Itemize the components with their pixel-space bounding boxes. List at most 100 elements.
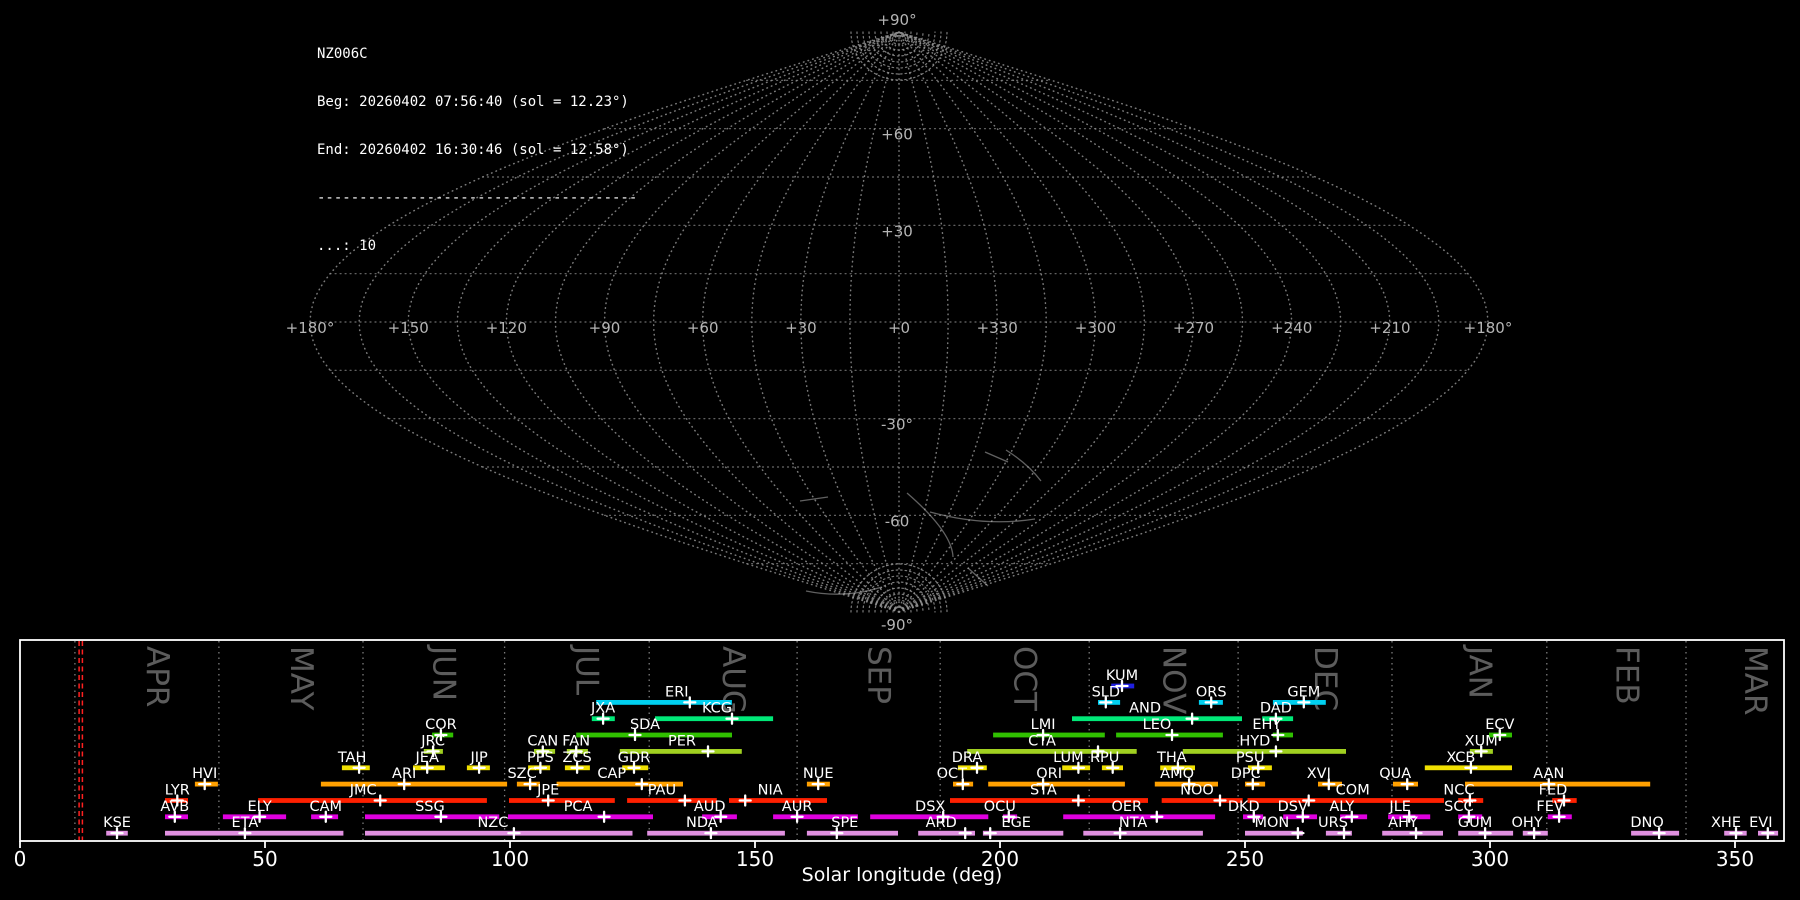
begin-time-line: Beg: 20260402 07:56:40 (sol = 12.23°) <box>317 94 629 110</box>
shower-activity-bar <box>508 814 653 820</box>
longitude-label: +210 <box>1369 319 1410 337</box>
longitude-label: +90 <box>589 319 621 337</box>
shower-activity-bar <box>365 830 633 836</box>
longitude-label: +30 <box>785 319 817 337</box>
month-label: OCT <box>1007 646 1043 712</box>
shower-code-label: CAN <box>527 733 558 749</box>
month-label: JAN <box>1461 644 1497 699</box>
x-axis-tick-label: 150 <box>736 847 774 871</box>
shower-activity-bar <box>1083 830 1203 836</box>
month-label: MAY <box>283 646 319 711</box>
shower-code-label: ORI <box>1036 766 1062 782</box>
shower-code-label: JEA <box>415 750 439 766</box>
shower-code-label: PSU <box>1236 750 1265 766</box>
shower-code-label: LUM <box>1053 750 1083 766</box>
shower-code-label: AAN <box>1533 766 1564 782</box>
shower-code-label: JIP <box>469 750 488 766</box>
shower-code-label: SSG <box>415 799 445 815</box>
x-axis-tick-label: 50 <box>252 847 277 871</box>
shower-code-label: DAD <box>1260 701 1292 717</box>
station-code: NZ006C <box>317 46 368 62</box>
shower-code-label: HVI <box>192 766 217 782</box>
shower-code-label: XHE <box>1711 815 1741 831</box>
shower-code-label: EVI <box>1749 815 1772 831</box>
camera-fov-arc <box>1005 449 1042 482</box>
shower-code-label: NTA <box>1119 815 1148 831</box>
shower-code-label: DRA <box>952 750 983 766</box>
month-label: MAR <box>1737 646 1773 716</box>
shower-code-label: ECV <box>1485 717 1514 733</box>
shower-code-label: SDA <box>630 717 660 733</box>
x-axis-tick-label: 350 <box>1716 847 1754 871</box>
shower-code-label: FED <box>1539 783 1568 799</box>
shower-code-label: OER <box>1111 799 1142 815</box>
latitude-label: -30° <box>881 416 913 434</box>
longitude-label: +0 <box>888 319 910 337</box>
shower-code-label: HYD <box>1239 733 1270 749</box>
shower-code-label: LEO <box>1143 717 1172 733</box>
camera-fov-arc <box>984 451 1009 463</box>
shower-activity-bar <box>165 830 344 836</box>
month-label: SEP <box>861 646 897 704</box>
camera-fov-arc <box>799 496 829 502</box>
shower-code-label: NCC <box>1443 783 1474 799</box>
shower-code-label: ORS <box>1196 684 1227 700</box>
observation-info-block: NZ006C Beg: 20260402 07:56:40 (sol = 12.… <box>317 14 637 286</box>
shower-code-label: ALY <box>1329 799 1354 815</box>
shower-code-label: NUE <box>803 766 834 782</box>
latitude-label: +60 <box>881 126 913 144</box>
shower-code-label: KCG <box>702 701 732 717</box>
shower-code-label: LMI <box>1031 717 1056 733</box>
latitude-label: +30 <box>881 222 913 240</box>
longitude-label: +240 <box>1271 319 1312 337</box>
shower-code-label: OHY <box>1512 815 1543 831</box>
shower-code-label: DSV <box>1278 799 1308 815</box>
shower-code-label: DSX <box>915 799 945 815</box>
timeline-chart: APR MAY JUN JUL AUG SEP OCT NOV DEC JAN FEB MARKUME… <box>14 639 1785 886</box>
latitude-label: -90° <box>881 616 913 634</box>
shower-code-label: PAU <box>648 783 676 799</box>
shower-code-label: JXA <box>590 701 615 717</box>
shower-code-label: JMC <box>349 783 377 799</box>
separator-line: -------------------------------------- <box>317 190 638 206</box>
shower-code-label: ERI <box>665 684 689 700</box>
meteor-radiant-activity-screen: +180° +150 +120 +90 +60 +30 +0 +330 +300 +270 +240… <box>0 0 1800 900</box>
latitude-label: -60 <box>885 512 910 530</box>
shower-code-label: XUM <box>1465 733 1498 749</box>
shower-code-label: RPU <box>1090 750 1119 766</box>
shower-code-label: JLE <box>1388 799 1411 815</box>
shower-code-label: SCC <box>1444 799 1473 815</box>
shower-code-label: SZC <box>507 766 536 782</box>
shower-code-label: AVB <box>160 799 189 815</box>
shower-code-label: CTA <box>1028 733 1056 749</box>
shower-code-label: ARI <box>392 766 416 782</box>
shower-code-label: EHY <box>1252 717 1281 733</box>
longitude-label: +300 <box>1075 319 1116 337</box>
shower-activity-bar <box>509 798 615 803</box>
shower-code-label: AND <box>1129 701 1161 717</box>
shower-code-label: AHY <box>1388 815 1418 831</box>
shower-code-label: NDA <box>686 815 718 831</box>
longitude-label: +180° <box>286 319 335 337</box>
shower-code-label: NZC <box>477 815 508 831</box>
shower-code-label: XCB <box>1446 750 1475 766</box>
shower-activity-bar <box>655 716 774 722</box>
shower-code-label: SLD <box>1092 684 1120 700</box>
shower-code-label: COR <box>425 717 457 733</box>
longitude-label: +120 <box>486 319 527 337</box>
x-axis-tick-label: 250 <box>1226 847 1264 871</box>
shower-code-label: EGE <box>1001 815 1031 831</box>
longitude-label: +180° <box>1464 319 1513 337</box>
shower-code-label: MON <box>1255 815 1290 831</box>
shower-code-label: GEM <box>1287 684 1320 700</box>
shower-code-label: ETA <box>231 815 258 831</box>
shower-code-label: JRC <box>420 733 445 749</box>
shower-code-label: DNO <box>1630 815 1663 831</box>
shower-code-label: THA <box>1156 750 1187 766</box>
longitude-label: +60 <box>687 319 719 337</box>
shower-code-label: GUM <box>1458 815 1492 831</box>
shower-code-label: NOO <box>1180 783 1214 799</box>
x-axis-tick-label: 0 <box>14 847 27 871</box>
shower-code-label: OCU <box>984 799 1016 815</box>
shower-code-label: CAM <box>310 799 343 815</box>
